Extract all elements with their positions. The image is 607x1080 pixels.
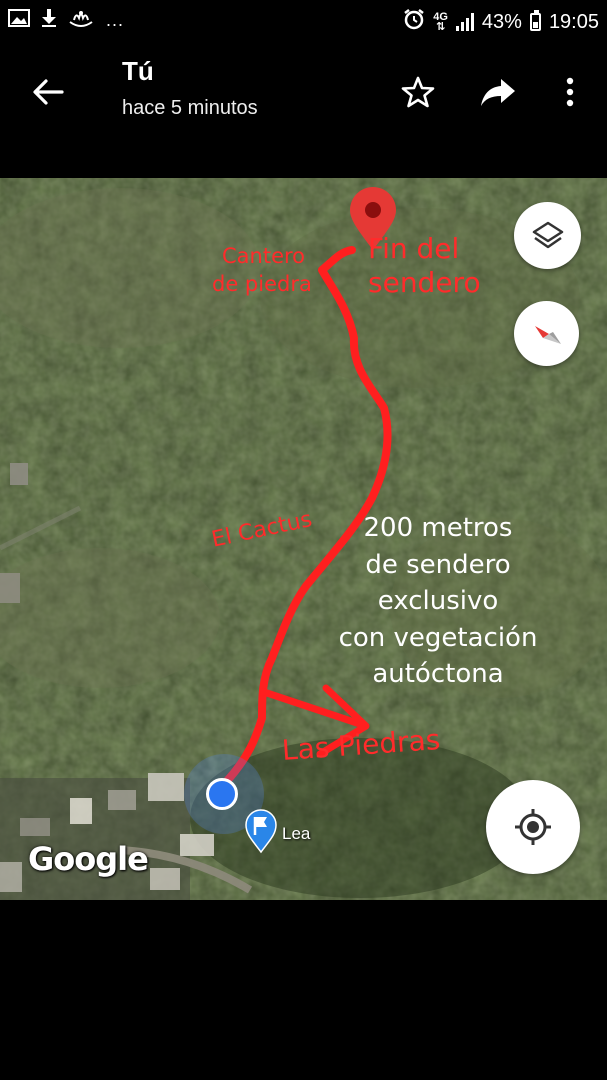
more-vert-icon	[566, 77, 574, 107]
clock: 19:05	[548, 10, 599, 33]
layers-icon	[532, 221, 563, 248]
back-button[interactable]	[28, 72, 68, 112]
arrow-back-icon	[33, 79, 64, 105]
annotation-stone-planter: Cantero de piedra	[212, 244, 312, 296]
battery-icon	[529, 10, 541, 31]
more-options-button[interactable]	[548, 70, 592, 114]
place-pin-icon[interactable]	[244, 808, 278, 859]
map-view[interactable]: Fin del sendero Cantero de piedra El Cac…	[0, 178, 607, 900]
my-location-dot[interactable]	[206, 778, 238, 810]
star-icon	[401, 76, 435, 108]
annotation-trail-end: Fin del sendero	[368, 232, 481, 299]
gps-target-icon	[515, 809, 551, 845]
battery-percent: 43%	[481, 10, 522, 33]
share-arrow-icon	[481, 79, 515, 106]
my-location-button[interactable]	[486, 780, 580, 874]
app-bar: Tú hace 5 minutos	[0, 42, 607, 138]
status-bar: ... 4G ⇅ 43% 19:05	[0, 0, 607, 42]
compass-button[interactable]	[514, 301, 579, 366]
alarm-icon	[403, 8, 425, 36]
compass-icon	[534, 325, 561, 344]
page-subtitle: hace 5 minutos	[122, 97, 258, 119]
google-logo: Google	[28, 840, 149, 878]
network-type: 4G ⇅	[433, 11, 448, 33]
place-label[interactable]: Lea	[282, 824, 310, 844]
layers-button[interactable]	[514, 202, 581, 269]
download-icon	[40, 8, 58, 33]
page-title: Tú	[122, 56, 154, 86]
image-icon	[8, 8, 30, 33]
share-button[interactable]	[476, 70, 520, 114]
signal-icon	[455, 13, 474, 31]
app-notification-icon	[68, 8, 94, 33]
annotation-description: 200 metros de sendero exclusivo con vege…	[338, 513, 538, 689]
save-star-button[interactable]	[396, 70, 440, 114]
more-notifications-indicator: ...	[106, 10, 125, 30]
